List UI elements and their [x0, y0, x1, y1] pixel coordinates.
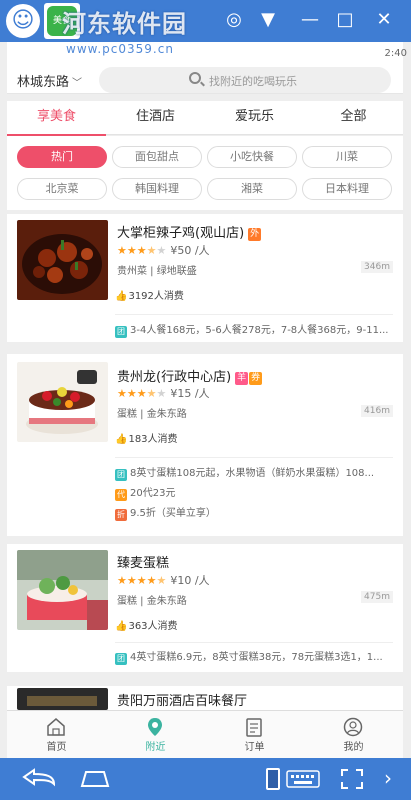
nav-profile-label: 我的	[343, 742, 364, 753]
thumbs-up-icon: 👍	[115, 621, 128, 632]
home-icon	[47, 718, 65, 736]
merchant-photo	[17, 220, 108, 300]
merchant-photo	[17, 688, 108, 710]
chevron-right-icon[interactable]: ›	[384, 766, 392, 790]
watermark-url: www.pc0359.cn	[66, 42, 174, 56]
chip-korean[interactable]: 韩国料理	[112, 178, 202, 200]
close-icon[interactable]: ✕	[372, 8, 396, 32]
tab-hotel[interactable]: 住酒店	[106, 101, 205, 135]
chip-bakery[interactable]: 面包甜点	[112, 146, 202, 168]
distance-badge: 346m	[361, 261, 393, 273]
thumbs-up-icon: 👍	[115, 434, 128, 445]
tab-fun[interactable]: 爱玩乐	[205, 101, 304, 135]
avg-price: ¥15 /人	[170, 387, 210, 400]
sales-count: 👍183人消费	[115, 434, 178, 445]
group-deal-icon: 团	[115, 326, 127, 338]
avg-price: ¥10 /人	[170, 574, 210, 587]
user-icon	[343, 717, 363, 737]
chip-sichuan[interactable]: 川菜	[302, 146, 392, 168]
chip-beijing[interactable]: 北京菜	[17, 178, 107, 200]
deal-line[interactable]: 折 9.5折（买单立享）	[115, 504, 395, 521]
merchant-photo	[17, 550, 108, 630]
phone-mode-icon[interactable]	[266, 768, 280, 790]
dropdown-icon[interactable]: ▼	[256, 8, 280, 32]
merchant-photo	[17, 362, 108, 442]
deal-line[interactable]: 代 20代23元	[115, 484, 395, 501]
rating-stars: ★★★★★ ¥50 /人	[117, 244, 210, 257]
divider	[115, 457, 393, 458]
divider	[115, 642, 393, 643]
deal-line[interactable]: 团 8英寸蛋糕108元起，水果物语（鲜奶水果蛋糕）108...	[115, 464, 395, 481]
avg-price: ¥50 /人	[170, 244, 210, 257]
nav-nearby-label: 附近	[145, 742, 166, 753]
filter-chips: 热门 面包甜点 小吃快餐 川菜 北京菜 韩国料理 湘菜 日本料理	[7, 136, 403, 210]
keyboard-icon[interactable]	[286, 770, 320, 788]
nav-home-label: 首页	[46, 742, 67, 753]
record-icon[interactable]: ◎	[222, 8, 246, 32]
coupon-tag: 券	[249, 372, 263, 385]
maximize-icon[interactable]: □	[333, 8, 357, 32]
tab-food[interactable]: 享美食	[7, 101, 106, 136]
group-deal-icon: 团	[115, 469, 127, 481]
merchant-name: 贵阳万丽酒店百味餐厅	[117, 694, 248, 709]
distance-badge: 475m	[361, 591, 393, 603]
chip-hot[interactable]: 热门	[17, 146, 107, 168]
nav-profile[interactable]: 我的	[304, 711, 403, 759]
location-pin-icon	[148, 718, 162, 736]
merchant-name: 贵州龙(行政中心店) 羊券	[117, 370, 263, 385]
category-area: 蛋糕 | 金朱东路	[117, 596, 187, 607]
merchant-name: 大掌柜辣子鸡(观山店) 外	[117, 226, 262, 241]
deal-line[interactable]: 团 3-4人餐168元，5-6人餐278元，7-8人餐368元，9-11...	[115, 321, 395, 338]
discount-icon: 折	[115, 509, 127, 521]
rating-stars: ★★★★★ ¥15 /人	[117, 387, 210, 400]
chip-snack[interactable]: 小吃快餐	[207, 146, 297, 168]
fullscreen-icon[interactable]	[340, 768, 364, 790]
list-item[interactable]: 贵州龙(行政中心店) 羊券 ★★★★★ ¥15 /人 蛋糕 | 金朱东路 416m …	[7, 354, 403, 536]
list-item[interactable]: 大掌柜辣子鸡(观山店) 外 ★★★★★ ¥50 /人 贵州菜 | 绿地联盛 346m…	[7, 214, 403, 342]
category-area: 贵州菜 | 绿地联盛	[117, 266, 197, 277]
nav-home[interactable]: 首页	[7, 711, 106, 759]
emulator-logo-icon: ☺	[6, 4, 40, 38]
deal-line[interactable]: 团 4英寸蛋糕6.9元，8英寸蛋糕38元，78元蛋糕3选1，1...	[115, 648, 395, 665]
list-item[interactable]: 贵阳万丽酒店百味餐厅	[7, 686, 403, 710]
search-bar[interactable]: 找附近的吃喝玩乐	[99, 67, 391, 93]
sales-count: 👍3192人消费	[115, 291, 184, 302]
order-list-icon	[246, 718, 262, 737]
back-icon[interactable]	[20, 768, 60, 790]
search-icon	[189, 72, 201, 84]
tab-all[interactable]: 全部	[304, 101, 403, 135]
system-nav-bar: ›	[0, 758, 411, 800]
status-time: 2:40	[384, 48, 407, 59]
rating-stars: ★★★★★ ¥10 /人	[117, 574, 210, 587]
nav-orders-label: 订单	[244, 742, 265, 753]
voucher-icon: 代	[115, 489, 127, 501]
minimize-icon[interactable]: —	[298, 8, 322, 32]
takeout-tag: 外	[248, 228, 262, 241]
emulator-titlebar: ☺ 美食 河东软件园 ◎ ▼ — □ ✕	[0, 0, 411, 42]
nav-orders[interactable]: 订单	[205, 711, 304, 759]
city-label: 林城东路	[17, 75, 70, 90]
chevron-down-icon: ﹀	[72, 78, 83, 89]
sales-count: 👍363人消费	[115, 621, 178, 632]
divider	[115, 314, 393, 315]
home-button-icon[interactable]	[76, 770, 114, 788]
merchant-name: 臻麦蛋糕	[117, 556, 170, 571]
city-selector[interactable]: 林城东路 ﹀	[17, 71, 82, 90]
list-item[interactable]: 臻麦蛋糕 ★★★★★ ¥10 /人 蛋糕 | 金朱东路 475m 👍363人消费 …	[7, 544, 403, 672]
chip-hunan[interactable]: 湘菜	[207, 178, 297, 200]
chip-japanese[interactable]: 日本料理	[302, 178, 392, 200]
search-placeholder: 找附近的吃喝玩乐	[209, 75, 297, 88]
nav-nearby[interactable]: 附近	[106, 711, 205, 759]
category-area: 蛋糕 | 金朱东路	[117, 409, 187, 420]
thumbs-up-icon: 👍	[115, 291, 128, 302]
category-tabs: 享美食 住酒店 爱玩乐 全部	[7, 101, 403, 136]
watermark: 河东软件园	[62, 10, 187, 38]
distance-badge: 416m	[361, 405, 393, 417]
special-tag: 羊	[235, 372, 249, 385]
group-deal-icon: 团	[115, 653, 127, 665]
bottom-nav: 首页 附近 订单 我的	[7, 710, 403, 758]
